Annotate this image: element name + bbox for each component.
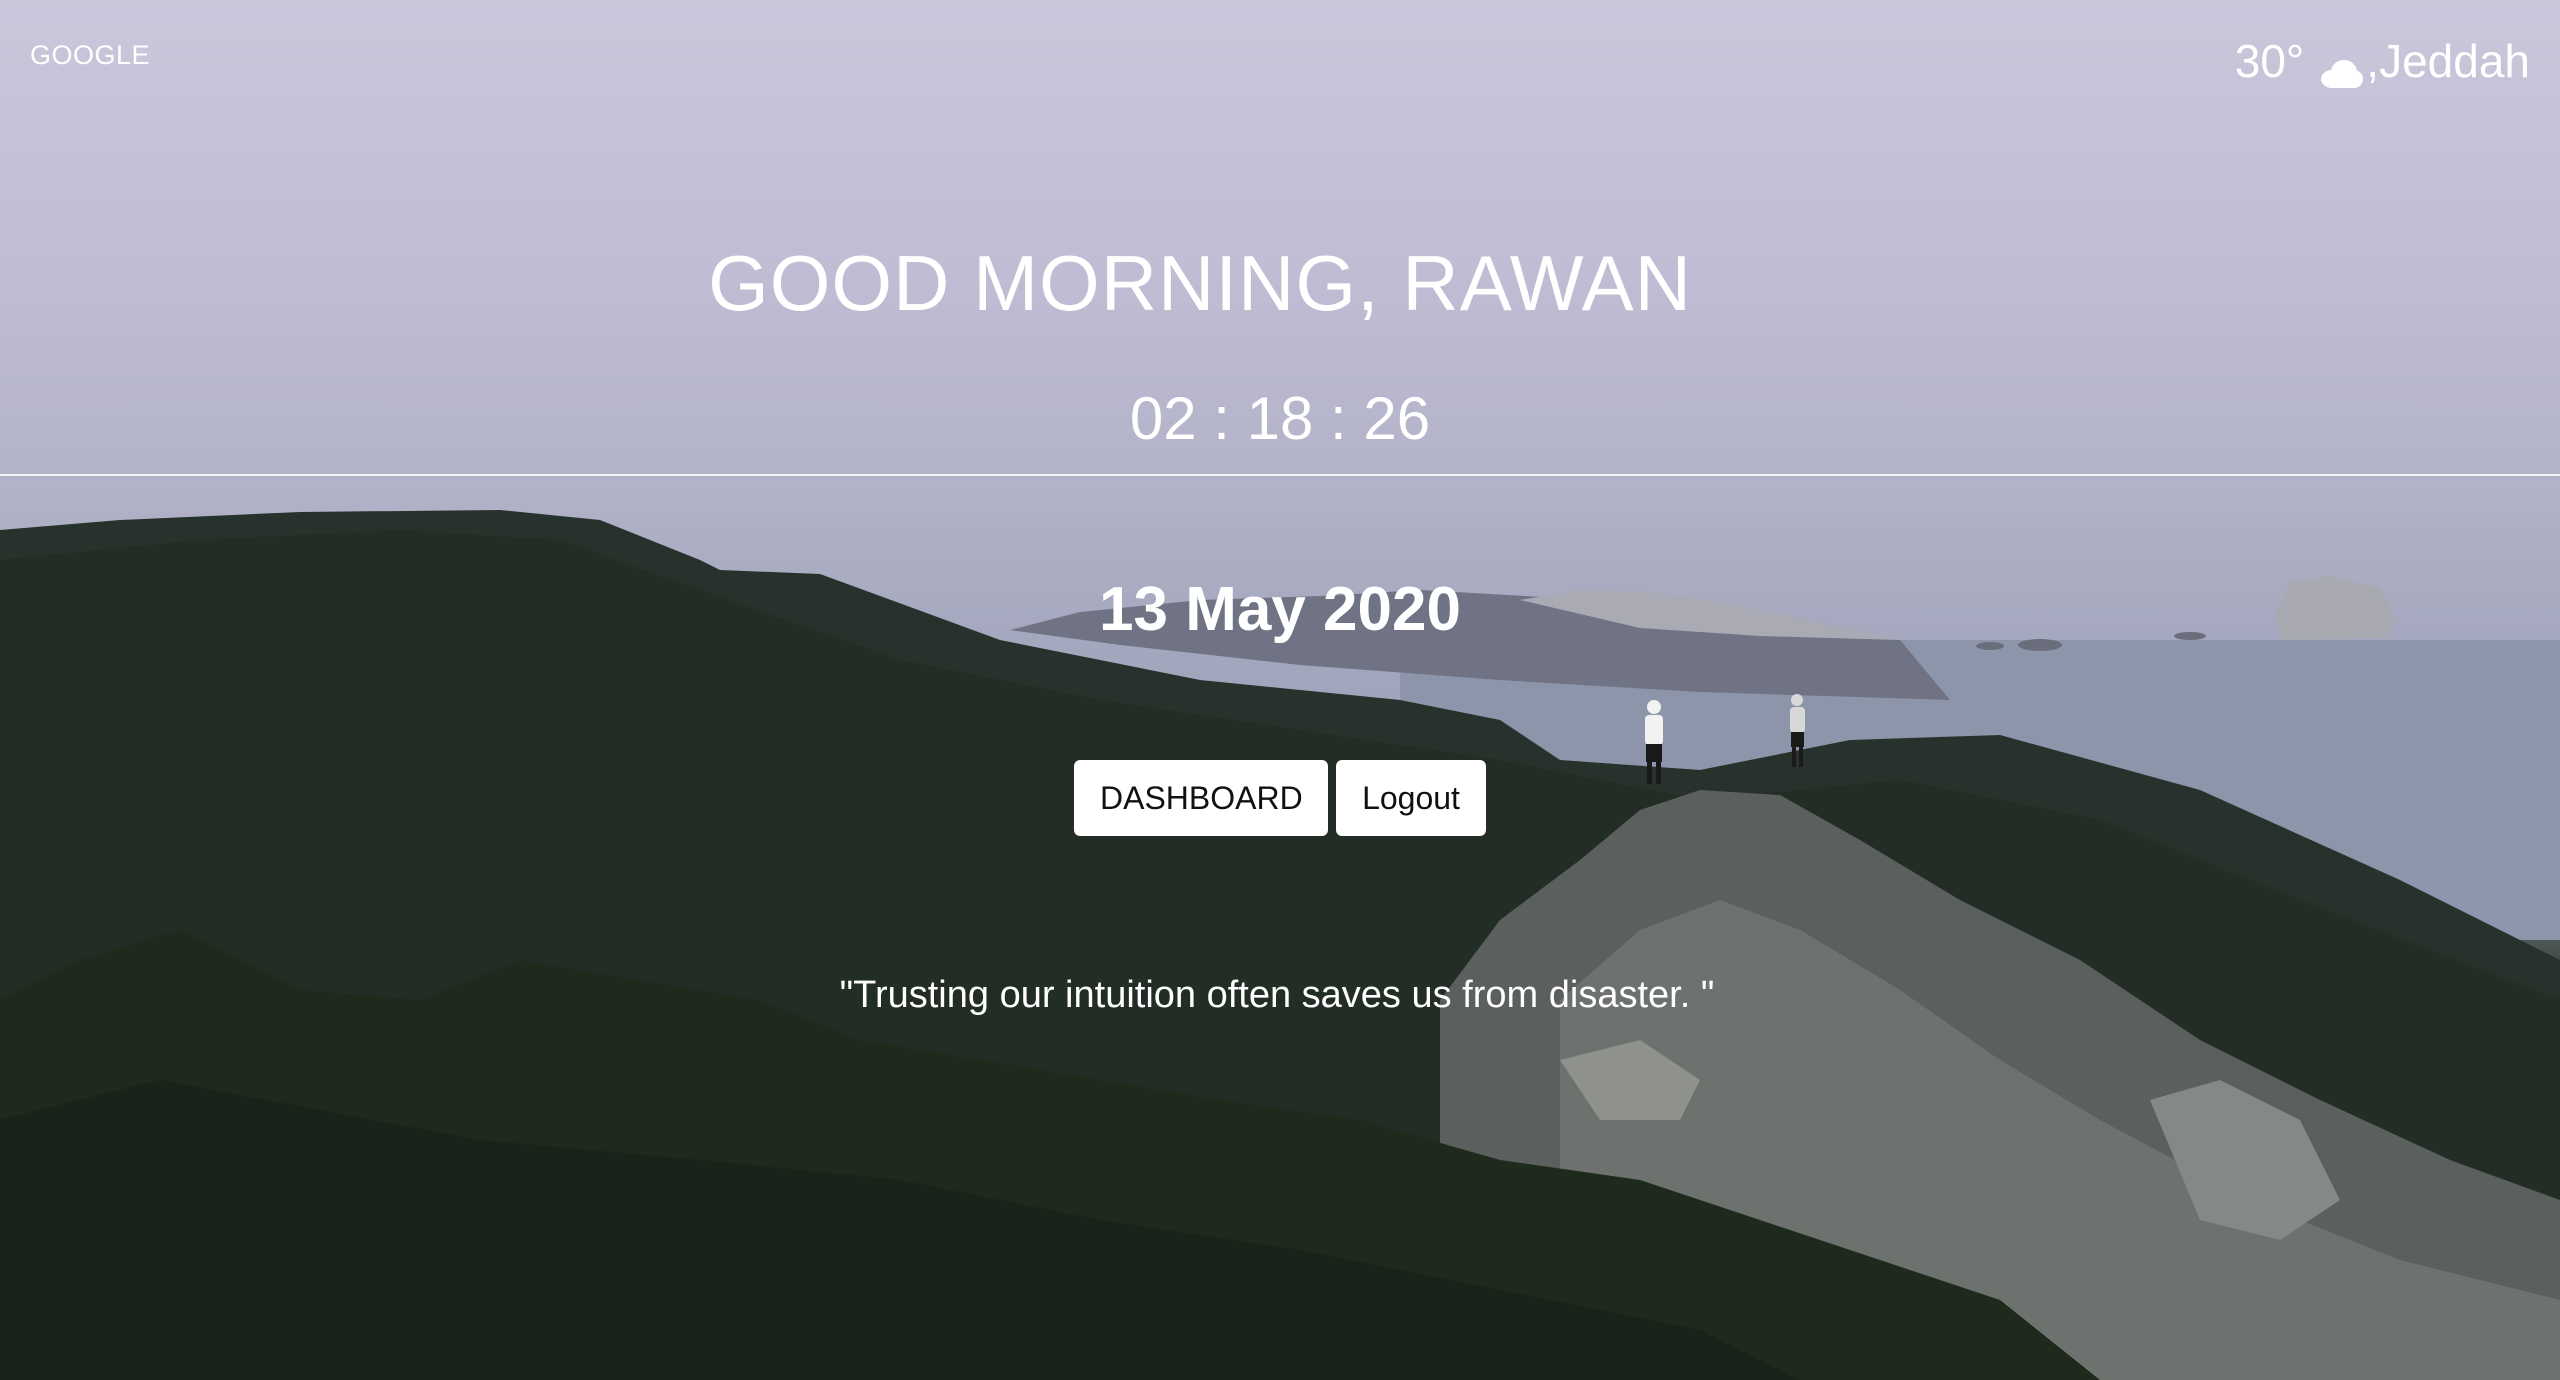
weather-city: Jeddah xyxy=(2379,35,2530,87)
action-buttons: DASHBOARD Logout xyxy=(1074,760,1486,836)
dashboard-button[interactable]: DASHBOARD xyxy=(1074,760,1328,836)
date-display: 13 May 2020 xyxy=(1099,575,1461,644)
divider xyxy=(0,474,2560,476)
background-photo: GOOGLE 30° , Jeddah GOOD MORNING, RAWAN … xyxy=(0,0,2560,1380)
weather-widget: 30° , Jeddah xyxy=(2235,34,2530,88)
weather-city-separator: , xyxy=(2366,35,2380,87)
clock-display: 02 : 18 : 26 xyxy=(1129,385,1431,452)
landscape-illustration xyxy=(0,510,2560,1380)
logout-button[interactable]: Logout xyxy=(1336,760,1486,836)
quote-text: "Trusting our intuition often saves us f… xyxy=(839,974,1715,1016)
cloud-icon xyxy=(2318,46,2364,88)
weather-temperature: 30° xyxy=(2234,35,2305,87)
greeting-heading: GOOD MORNING, RAWAN xyxy=(708,239,1692,327)
google-link[interactable]: GOOGLE xyxy=(30,40,150,71)
